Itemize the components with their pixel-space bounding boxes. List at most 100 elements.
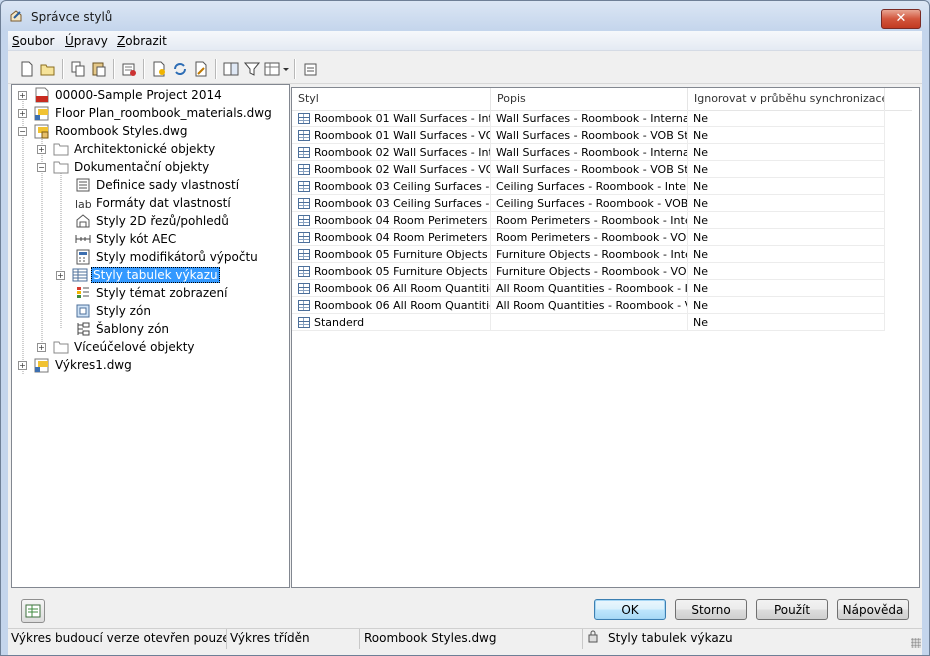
tree-item-vykres1[interactable]: + Výkres1.dwg <box>18 356 134 374</box>
tree-item-architektonicke[interactable]: + Architektonické objekty <box>37 140 217 158</box>
table-row[interactable]: Roombook 05 Furniture Objects -... Furnit… <box>292 246 885 263</box>
tree-item-styly-kot[interactable]: Styly kót AEC <box>75 230 178 248</box>
close-button[interactable]: ✕ <box>881 9 921 29</box>
table-style-icon <box>298 198 310 209</box>
row-description: Wall Surfaces - Roombook - Interna <box>491 144 688 161</box>
copy-icon[interactable] <box>69 60 87 78</box>
tree-item-dokumentacni[interactable]: − Dokumentační objekty <box>37 158 211 176</box>
status-bar: Výkres budoucí verze otevřen pouze ke č … <box>8 628 922 649</box>
lock-icon <box>583 629 603 649</box>
collapse-icon[interactable]: − <box>18 127 27 136</box>
table-style-icon <box>298 130 310 141</box>
project-icon <box>35 87 49 103</box>
row-style-name: Roombook 06 All Room Quantitie... <box>292 280 491 297</box>
tree-item-sablony-zon[interactable]: Šablony zón <box>75 320 171 338</box>
synchronize-icon[interactable] <box>171 60 189 78</box>
tree-item-roombook-styles[interactable]: − Roombook Styles.dwg <box>18 122 190 140</box>
expand-icon[interactable]: + <box>37 343 46 352</box>
row-style-name: Roombook 01 Wall Surfaces - VO... <box>292 127 491 144</box>
style-list[interactable]: Styl Popis Ignorovat v průběhu synchroni… <box>291 87 920 588</box>
svg-text:lab: lab <box>75 198 91 211</box>
dimension-icon <box>75 235 91 243</box>
schedule-table-icon <box>72 268 88 282</box>
table-row[interactable]: Roombook 06 All Room Quantitie... All Roo… <box>292 297 885 314</box>
table-style-icon <box>298 164 310 175</box>
table-row[interactable]: Roombook 06 All Room Quantitie... All Roo… <box>292 280 885 297</box>
row-ignore-sync: Ne <box>688 195 885 212</box>
column-popis[interactable]: Popis <box>491 88 688 110</box>
row-description: Room Perimeters - Roombook - Inte... <box>491 212 688 229</box>
compare-icon[interactable] <box>222 60 240 78</box>
row-ignore-sync: Ne <box>688 144 885 161</box>
edit-icon[interactable] <box>192 60 210 78</box>
show-drawing-button[interactable] <box>21 599 45 623</box>
view-mode-icon[interactable] <box>264 60 290 78</box>
client-area: Soubor Úpravy Zobrazit + 00000-Sample Pr… <box>8 31 922 655</box>
row-description: All Room Quantities - Roombook - In... <box>491 280 688 297</box>
table-row[interactable]: Roombook 03 Ceiling Surfaces - ... Ceilin… <box>292 195 885 212</box>
status-drawing: Roombook Styles.dwg <box>360 629 583 649</box>
tree-item-styly-zon[interactable]: Styly zón <box>75 302 153 320</box>
table-row[interactable]: Roombook 01 Wall Surfaces - VO... Wall Su… <box>292 127 885 144</box>
purge-icon[interactable] <box>120 60 138 78</box>
expand-icon[interactable]: + <box>18 91 27 100</box>
row-description: Room Perimeters - Roombook - VOB ... <box>491 229 688 246</box>
row-style-name: Roombook 06 All Room Quantitie... <box>292 297 491 314</box>
status-sorted: Výkres tříděn <box>227 629 360 649</box>
row-ignore-sync: Ne <box>688 314 885 331</box>
table-row[interactable]: Roombook 02 Wall Surfaces - VO... Wall Su… <box>292 161 885 178</box>
new-style-icon[interactable] <box>150 60 168 78</box>
menu-soubor[interactable]: Soubor <box>12 34 54 48</box>
properties-icon[interactable] <box>302 60 320 78</box>
row-ignore-sync: Ne <box>688 178 885 195</box>
zone-icon <box>76 304 90 318</box>
dwg-icon <box>34 106 49 121</box>
resize-grip[interactable] <box>911 638 921 648</box>
tree-item-formaty-dat[interactable]: lab Formáty dat vlastností <box>75 194 233 212</box>
dwg-icon <box>34 358 49 373</box>
collapse-icon[interactable]: − <box>37 163 46 172</box>
row-style-name: Standerd <box>292 314 491 331</box>
table-row[interactable]: Roombook 02 Wall Surfaces - Int... Wall S… <box>292 144 885 161</box>
menu-zobrazit[interactable]: Zobrazit <box>117 34 167 48</box>
row-description: Ceiling Surfaces - Roombook - VOB ... <box>491 195 688 212</box>
apply-button[interactable]: Použít <box>756 599 828 620</box>
tree-item-styly-modifikatoru[interactable]: Styly modifikátorů výpočtu <box>75 248 260 266</box>
row-description: Wall Surfaces - Roombook - VOB Stand <box>491 127 688 144</box>
ok-button[interactable]: OK <box>594 599 666 620</box>
table-row[interactable]: Roombook 03 Ceiling Surfaces - ... Ceilin… <box>292 178 885 195</box>
column-ignorovat[interactable]: Ignorovat v průběhu synchronizace... <box>688 88 885 110</box>
open-icon[interactable] <box>39 60 57 78</box>
cancel-button[interactable]: Storno <box>675 599 747 620</box>
table-style-icon <box>298 113 310 124</box>
window-title: Správce stylů <box>31 10 113 24</box>
tree-item-styly-temat[interactable]: Styly témat zobrazení <box>75 284 230 302</box>
paste-icon[interactable] <box>90 60 108 78</box>
table-row[interactable]: Roombook 01 Wall Surfaces - Int... Wall S… <box>292 110 885 127</box>
folder-icon <box>53 341 69 354</box>
expand-icon[interactable]: + <box>18 361 27 370</box>
row-description: Furniture Objects - Roombook - VOB... <box>491 263 688 280</box>
expand-icon[interactable]: + <box>18 109 27 118</box>
tree-item-floor-plan[interactable]: + Floor Plan_roombook_materials.dwg <box>18 104 274 122</box>
column-styl[interactable]: Styl <box>292 88 491 110</box>
menu-upravy[interactable]: Úpravy <box>65 34 108 48</box>
help-button[interactable]: Nápověda <box>837 599 909 620</box>
tree-item-project[interactable]: + 00000-Sample Project 2014 <box>18 86 224 104</box>
table-row[interactable]: Roombook 04 Room Perimeters - ... Room Pe… <box>292 212 885 229</box>
tree-item-styly-2d-rezu[interactable]: Styly 2D řezů/pohledů <box>75 212 231 230</box>
table-row[interactable]: Roombook 04 Room Perimeters - ... Room Pe… <box>292 229 885 246</box>
tree-item-styly-tabulek[interactable]: + Styly tabulek výkazu <box>56 266 220 284</box>
tree-item-viceucelove[interactable]: + Víceúčelové objekty <box>37 338 197 356</box>
expand-icon[interactable]: + <box>37 145 46 154</box>
table-style-icon <box>298 147 310 158</box>
title-bar[interactable]: Správce stylů ✕ <box>1 1 929 31</box>
expand-icon[interactable]: + <box>56 271 65 280</box>
table-row[interactable]: Roombook 05 Furniture Objects -... Furnit… <box>292 263 885 280</box>
filter-icon[interactable] <box>243 60 261 78</box>
style-tree[interactable]: + 00000-Sample Project 2014 + Floor Plan… <box>11 84 290 588</box>
new-icon[interactable] <box>18 60 36 78</box>
table-row[interactable]: Standerd Ne <box>292 314 885 331</box>
tree-item-definice-sady[interactable]: Definice sady vlastností <box>75 176 241 194</box>
row-style-name: Roombook 03 Ceiling Surfaces - ... <box>292 195 491 212</box>
